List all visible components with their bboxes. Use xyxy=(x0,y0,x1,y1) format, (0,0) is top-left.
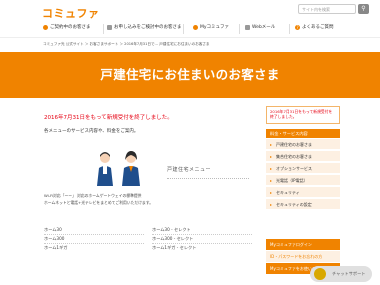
nav-webmail[interactable]: Webメール xyxy=(245,24,275,30)
chat-label: チャットサポート xyxy=(332,271,366,276)
plan-link[interactable]: ホーム30 - セレクト xyxy=(152,227,191,233)
nav-apply[interactable]: お申し込みをご検討中のお客さま xyxy=(107,24,182,30)
staff-illustration xyxy=(97,151,140,186)
user-icon xyxy=(193,24,198,30)
intro-text: 各メニューのサービス内容や、料金をご案内。 xyxy=(44,129,139,134)
plan-link[interactable]: ホーム300 - セレクト xyxy=(152,236,193,242)
nav-label: ご契約中のお客さま xyxy=(50,25,91,30)
sidebar-item-detached[interactable]: 戸建住宅のお客さま xyxy=(266,139,340,150)
sidebar-menu-title: 料金・サービス内容 xyxy=(266,129,340,138)
help-icon: ? xyxy=(295,24,300,30)
mail-icon xyxy=(245,24,250,30)
end-of-service-notice: 2016年7月31日をもって新規受付を終了しました。 xyxy=(44,115,173,121)
nav-my-commufa[interactable]: Myコミュファ xyxy=(193,24,229,30)
sidebar-notice: 2016年7月31日をもって新規受付を終了しました。 xyxy=(266,106,340,124)
divider xyxy=(152,234,252,236)
sidebar-item-options[interactable]: オプションサービス xyxy=(266,163,340,174)
plan-link[interactable]: ホーム1ギガ xyxy=(44,245,67,251)
page-title: 戸建住宅にお住まいのお客さま xyxy=(100,67,280,82)
contract-icon xyxy=(43,24,48,30)
sidebar-item-security-settings[interactable]: セキュリティの設定 xyxy=(266,199,340,210)
my-commufa-login[interactable]: Myコミュファログイン xyxy=(266,239,340,250)
description-text: Wi-Fi対応「ーー」 対応のホームゲートウェイの標準提供 ホームネットと電話+… xyxy=(44,193,153,205)
breadcrumb[interactable]: コミュファ光 公式サイト ＞ お客さまサポート ＞ 2016年7月31日で… 戸… xyxy=(43,42,210,47)
search-icon: ⚲ xyxy=(361,5,366,12)
plan-menu-title: 戸建住宅メニュー xyxy=(167,167,212,173)
plan-link[interactable]: ホーム1ギガ - セレクト xyxy=(152,245,196,251)
divider xyxy=(152,243,252,245)
nav-faq[interactable]: ? よくあるご質問 xyxy=(295,24,334,30)
forgot-password-link[interactable]: ID・パスワードをお忘れの方 xyxy=(266,251,340,262)
sidebar-item-apartment[interactable]: 集合住宅のお客さま xyxy=(266,151,340,162)
divider xyxy=(167,178,249,179)
plan-link[interactable]: ホーム30 xyxy=(44,227,62,233)
nav-label: お申し込みをご検討中のお客さま xyxy=(114,25,182,30)
search-input[interactable]: サイト内を検索 xyxy=(298,4,356,14)
nav-contracted[interactable]: ご契約中のお客さま xyxy=(43,24,91,30)
document-icon xyxy=(107,24,112,30)
site-header: コミュファ サイト内を検索 ⚲ ご契約中のお客さま お申し込みをご検討中のお客さ… xyxy=(0,0,380,38)
nav-label: Myコミュファ xyxy=(200,25,230,30)
header-divider xyxy=(0,37,380,38)
chat-mascot-icon xyxy=(314,268,326,280)
site-logo[interactable]: コミュファ xyxy=(42,5,100,21)
title-bar: 戸建住宅にお住まいのお客さま xyxy=(0,52,380,98)
chat-support-button[interactable]: チャットサポート xyxy=(310,266,372,282)
divider xyxy=(44,243,144,245)
plan-link[interactable]: ホーム300 xyxy=(44,236,64,242)
nav-label: Webメール xyxy=(252,25,276,30)
sidebar-item-security[interactable]: セキュリティ xyxy=(266,187,340,198)
nav-label: よくあるご質問 xyxy=(302,25,334,30)
search-button[interactable]: ⚲ xyxy=(358,4,369,14)
plan-description: Wi-Fi対応「ーー」 対応のホームゲートウェイの標準提供 ホームネットと電話+… xyxy=(44,192,153,206)
divider xyxy=(44,234,144,236)
sidebar-item-phone[interactable]: 光電話（IP電話） xyxy=(266,175,340,186)
